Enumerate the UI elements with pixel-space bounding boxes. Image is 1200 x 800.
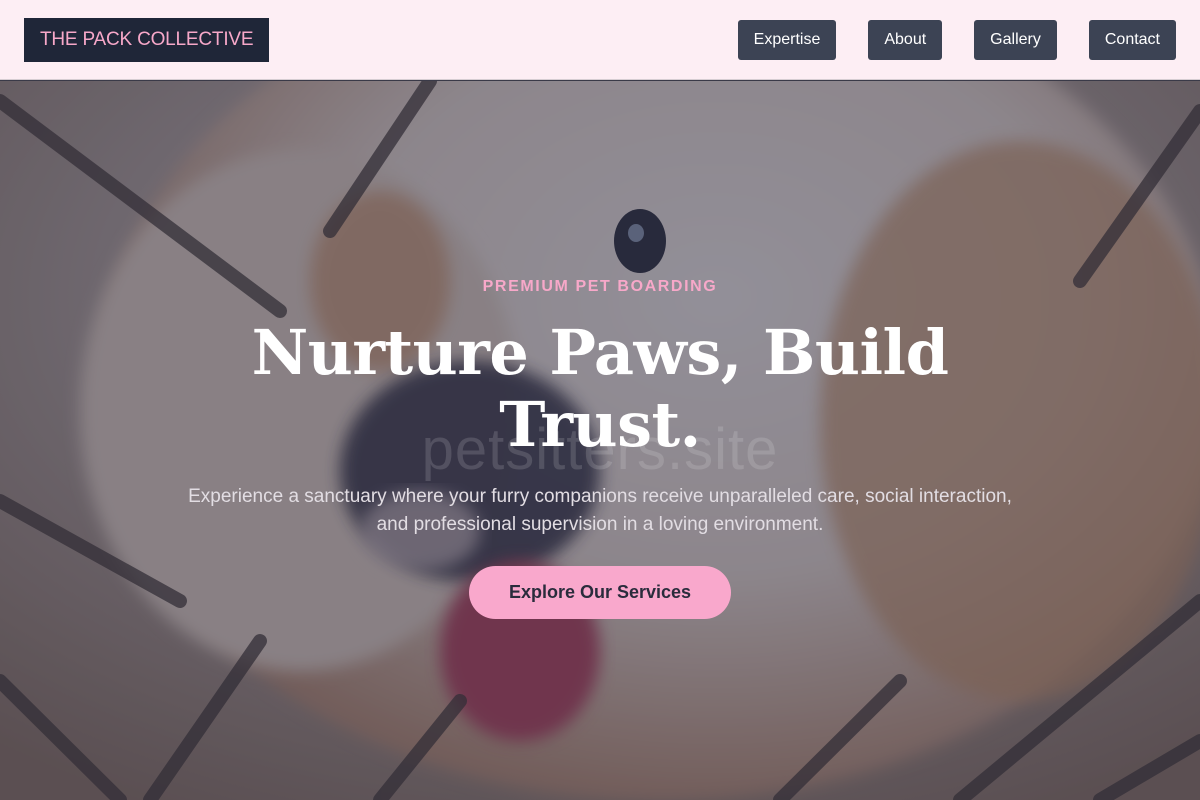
nav-gallery-button[interactable]: Gallery bbox=[974, 19, 1057, 60]
nav-expertise-button[interactable]: Expertise bbox=[737, 19, 837, 60]
site-header: THE PACK COLLECTIVE Expertise About Gall… bbox=[0, 0, 1200, 80]
main-nav: Expertise About Gallery Contact bbox=[737, 19, 1176, 60]
hero-description: Experience a sanctuary where your furry … bbox=[188, 486, 1012, 535]
site-logo[interactable]: THE PACK COLLECTIVE bbox=[24, 17, 270, 62]
watermark-text: petsitters.site bbox=[421, 417, 779, 482]
hero-section: PREMIUM PET BOARDING Nurture Paws, Build… bbox=[0, 81, 1200, 800]
nav-contact-button[interactable]: Contact bbox=[1088, 19, 1176, 60]
hero-content: PREMIUM PET BOARDING Nurture Paws, Build… bbox=[0, 81, 1200, 800]
hero-eyebrow: PREMIUM PET BOARDING bbox=[482, 278, 718, 295]
nav-about-button[interactable]: About bbox=[868, 19, 943, 60]
explore-services-button[interactable]: Explore Our Services bbox=[469, 566, 731, 619]
